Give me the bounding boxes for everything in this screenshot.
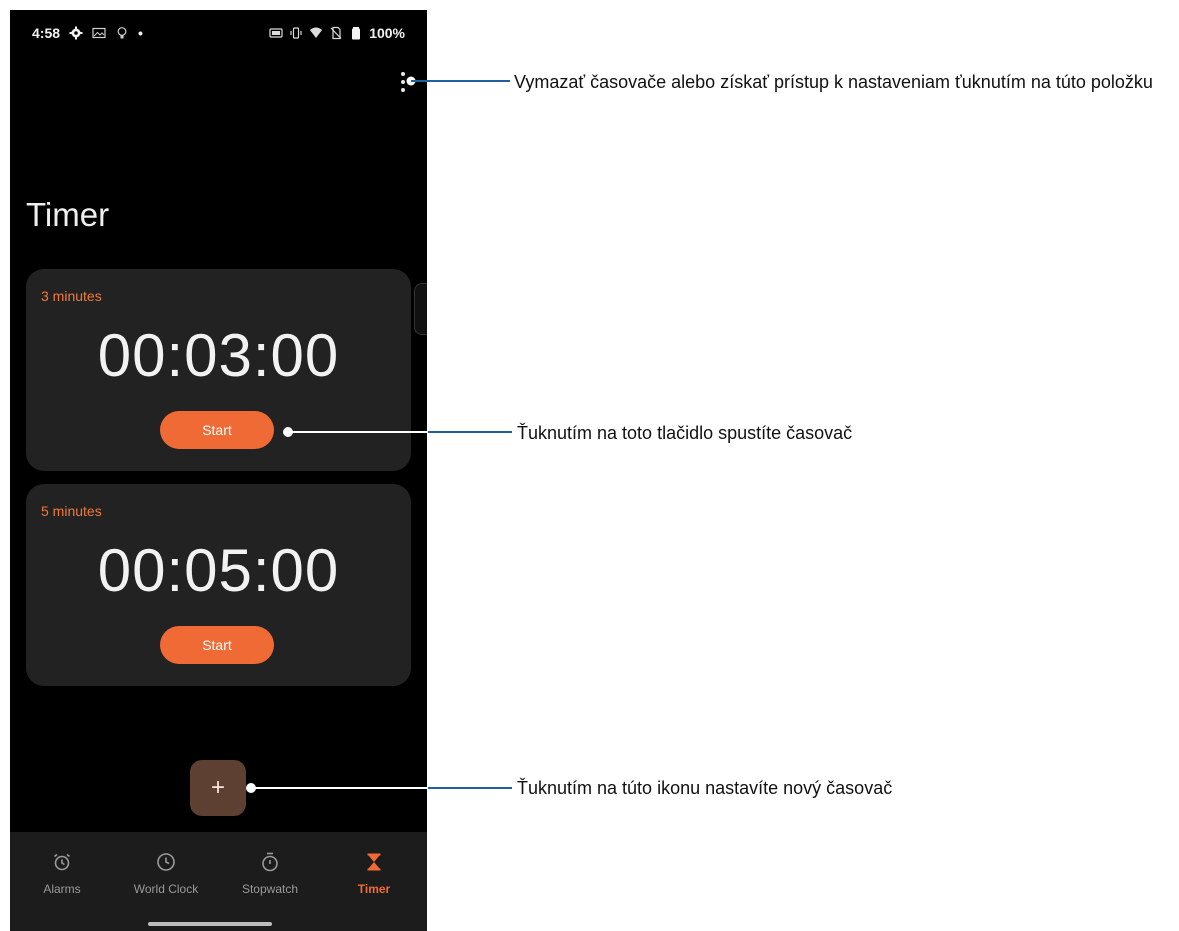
nav-label: Timer — [357, 882, 391, 896]
status-dot: • — [138, 25, 143, 41]
vibrate-icon — [290, 27, 302, 39]
callout-add: Ťuknutím na túto ikonu nastavíte nový ča… — [517, 778, 893, 798]
battery-percent: 100% — [369, 25, 405, 41]
plus-icon: + — [210, 774, 225, 801]
nfc-icon — [269, 28, 283, 38]
nav-label: World Clock — [133, 882, 199, 896]
nav-item-timer[interactable]: Timer — [322, 832, 426, 922]
stopwatch-icon — [262, 852, 278, 872]
edge-panel-handle[interactable] — [414, 283, 427, 335]
timer-card[interactable]: 3 minutes 00:03:00 Start — [26, 269, 411, 471]
home-indicator[interactable] — [148, 922, 272, 926]
nav-label: Alarms — [43, 882, 81, 896]
lightbulb-icon — [117, 27, 127, 39]
start-button[interactable]: Start — [160, 411, 274, 449]
start-button[interactable]: Start — [160, 626, 274, 664]
image-notification-icon — [92, 27, 106, 39]
add-timer-button[interactable]: + — [190, 760, 246, 816]
timer-label: 5 minutes — [41, 503, 102, 519]
bottom-navigation: Alarms World Clock Stopwatch Timer — [10, 832, 427, 931]
phone-screen: 4:58 • 100% Timer 3 minutes 00:03:00 Sta… — [10, 10, 427, 931]
nav-item-world-clock[interactable]: World Clock — [114, 832, 218, 922]
status-bar: 4:58 • 100% — [10, 10, 427, 56]
status-time: 4:58 — [32, 25, 61, 41]
clock-icon — [157, 853, 175, 871]
callout-start: Ťuknutím na toto tlačidlo spustíte časov… — [517, 423, 853, 443]
callout-more-options: Vymazať časovače alebo získať prístup k … — [514, 72, 1153, 92]
timer-time: 00:03:00 — [97, 322, 340, 389]
settings-gear-icon — [69, 26, 83, 40]
alarm-icon — [54, 853, 70, 871]
nav-label: Stopwatch — [241, 882, 299, 896]
timer-time: 00:05:00 — [97, 537, 340, 604]
no-sim-icon — [330, 26, 342, 40]
timer-card[interactable]: 5 minutes 00:05:00 Start — [26, 484, 411, 686]
timer-label: 3 minutes — [41, 288, 102, 304]
nav-item-stopwatch[interactable]: Stopwatch — [218, 832, 322, 922]
hourglass-icon — [367, 853, 381, 871]
wifi-icon — [310, 27, 323, 38]
nav-item-alarms[interactable]: Alarms — [10, 832, 114, 922]
page-title: Timer — [26, 196, 110, 233]
battery-icon — [352, 27, 361, 40]
more-options-icon[interactable] — [396, 70, 410, 94]
